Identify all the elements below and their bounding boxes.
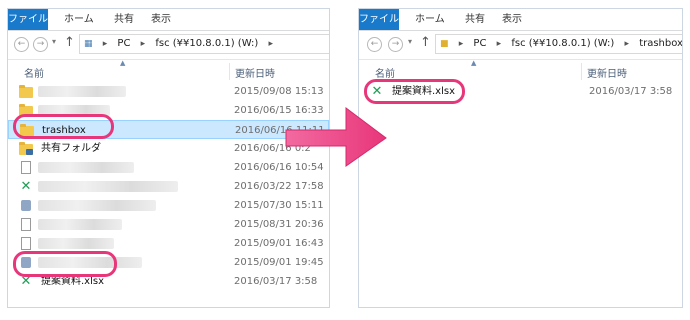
file-date: 2015/08/31 20:36 — [234, 219, 324, 230]
blurred-filename — [38, 219, 122, 230]
navigation-bar: ← → ▾ ↑ ▦ ▸ PC ▸ fsc (¥¥10.8.0.1) (W:) ▸ — [8, 31, 329, 60]
column-name[interactable]: 名前 — [24, 65, 44, 80]
file-row[interactable]: ✕ 2016/03/22 17:58 — [8, 177, 329, 196]
forward-arrow-icon[interactable]: → — [388, 37, 403, 52]
breadcrumb-separator[interactable]: ▸ — [141, 35, 146, 53]
column-divider[interactable] — [581, 63, 582, 80]
chevron-down-icon[interactable]: ▾ — [52, 37, 56, 46]
sort-caret-icon: ▲ — [471, 59, 477, 67]
ribbon-tab-home[interactable]: ホーム — [58, 9, 100, 30]
file-name: 共有フォルダ — [41, 143, 101, 154]
blurred-filename — [38, 162, 134, 173]
ribbon-tab-view[interactable]: 表示 — [496, 9, 528, 30]
breadcrumb-separator[interactable]: ▸ — [103, 35, 108, 53]
ribbon-tab-home[interactable]: ホーム — [409, 9, 451, 30]
document-icon — [19, 237, 33, 250]
breadcrumb-pc[interactable]: PC — [473, 35, 486, 53]
address-bar[interactable]: ▦ ▸ PC ▸ fsc (¥¥10.8.0.1) (W:) ▸ — [79, 34, 329, 54]
file-row[interactable]: 2016/06/16 10:54 — [8, 158, 329, 177]
file-date: 2015/09/08 15:13 — [234, 86, 324, 97]
ribbon-tab-share[interactable]: 共有 — [108, 9, 140, 30]
breadcrumb-drive[interactable]: fsc (¥¥10.8.0.1) (W:) — [511, 35, 614, 53]
explorer-window-right: ファイル ホーム 共有 表示 ← → ▾ ↑ ■ ▸ PC ▸ fsc (¥¥1… — [358, 8, 683, 308]
file-date: 2016/03/22 17:58 — [234, 181, 324, 192]
file-row[interactable]: 2015/08/31 20:36 — [8, 215, 329, 234]
folder-icon: ■ — [440, 39, 449, 49]
ribbon-tab-file[interactable]: ファイル — [359, 9, 399, 30]
pc-icon: ▦ — [84, 39, 93, 49]
ribbon: ファイル ホーム 共有 表示 — [359, 9, 682, 31]
blurred-filename — [38, 200, 156, 211]
move-arrow-icon — [285, 107, 387, 167]
ribbon-tab-share[interactable]: 共有 — [459, 9, 491, 30]
breadcrumb-drive[interactable]: fsc (¥¥10.8.0.1) (W:) — [155, 35, 258, 53]
ribbon-tab-file[interactable]: ファイル — [8, 9, 48, 30]
ribbon-tab-view[interactable]: 表示 — [145, 9, 177, 30]
column-name[interactable]: 名前 — [375, 65, 395, 80]
breadcrumb-separator[interactable]: ▸ — [624, 35, 629, 53]
file-row[interactable]: 2015/09/08 15:13 — [8, 82, 329, 101]
blurred-filename — [38, 181, 178, 192]
ribbon: ファイル ホーム 共有 表示 — [8, 9, 329, 31]
breadcrumb-separator[interactable]: ▸ — [497, 35, 502, 53]
blurred-filename — [38, 238, 114, 249]
highlight-proposal-file-left — [13, 251, 117, 277]
file-date: 2015/09/01 16:43 — [234, 238, 324, 249]
breadcrumb-pc[interactable]: PC — [117, 35, 130, 53]
address-bar[interactable]: ■ ▸ PC ▸ fsc (¥¥10.8.0.1) (W:) ▸ trashbo… — [435, 34, 682, 54]
file-row[interactable]: 2015/07/30 15:11 — [8, 196, 329, 215]
navigation-bar: ← → ▾ ↑ ■ ▸ PC ▸ fsc (¥¥10.8.0.1) (W:) ▸… — [359, 31, 682, 60]
excel-icon: ✕ — [20, 179, 32, 194]
document-icon — [19, 161, 33, 174]
column-header: ▲ 名前 更新日時 — [8, 59, 329, 82]
up-arrow-icon[interactable]: ↑ — [64, 35, 75, 50]
app-icon — [19, 199, 33, 212]
breadcrumb-separator[interactable]: ▸ — [268, 35, 273, 53]
back-arrow-icon[interactable]: ← — [367, 37, 382, 52]
document-icon — [19, 218, 33, 231]
blurred-filename — [38, 86, 126, 97]
breadcrumb-trashbox[interactable]: trashbox — [639, 35, 682, 53]
folder-icon — [19, 85, 33, 98]
column-date[interactable]: 更新日時 — [587, 65, 627, 80]
file-date: 2016/03/17 3:58 — [589, 86, 673, 97]
highlight-trashbox — [13, 114, 114, 139]
column-date[interactable]: 更新日時 — [235, 65, 275, 80]
file-date: 2016/03/17 3:58 — [234, 276, 318, 287]
forward-arrow-icon[interactable]: → — [33, 37, 48, 52]
up-arrow-icon[interactable]: ↑ — [420, 35, 431, 50]
breadcrumb-separator[interactable]: ▸ — [459, 35, 464, 53]
file-date: 2015/09/01 19:45 — [234, 257, 324, 268]
sort-caret-icon: ▲ — [120, 59, 126, 67]
file-date: 2015/07/30 15:11 — [234, 200, 324, 211]
shared-folder-icon — [19, 142, 33, 155]
back-arrow-icon[interactable]: ← — [14, 37, 29, 52]
chevron-down-icon[interactable]: ▾ — [408, 37, 412, 46]
column-divider[interactable] — [229, 63, 230, 80]
file-row[interactable]: 共有フォルダ 2016/06/16 0:2 — [8, 139, 329, 158]
